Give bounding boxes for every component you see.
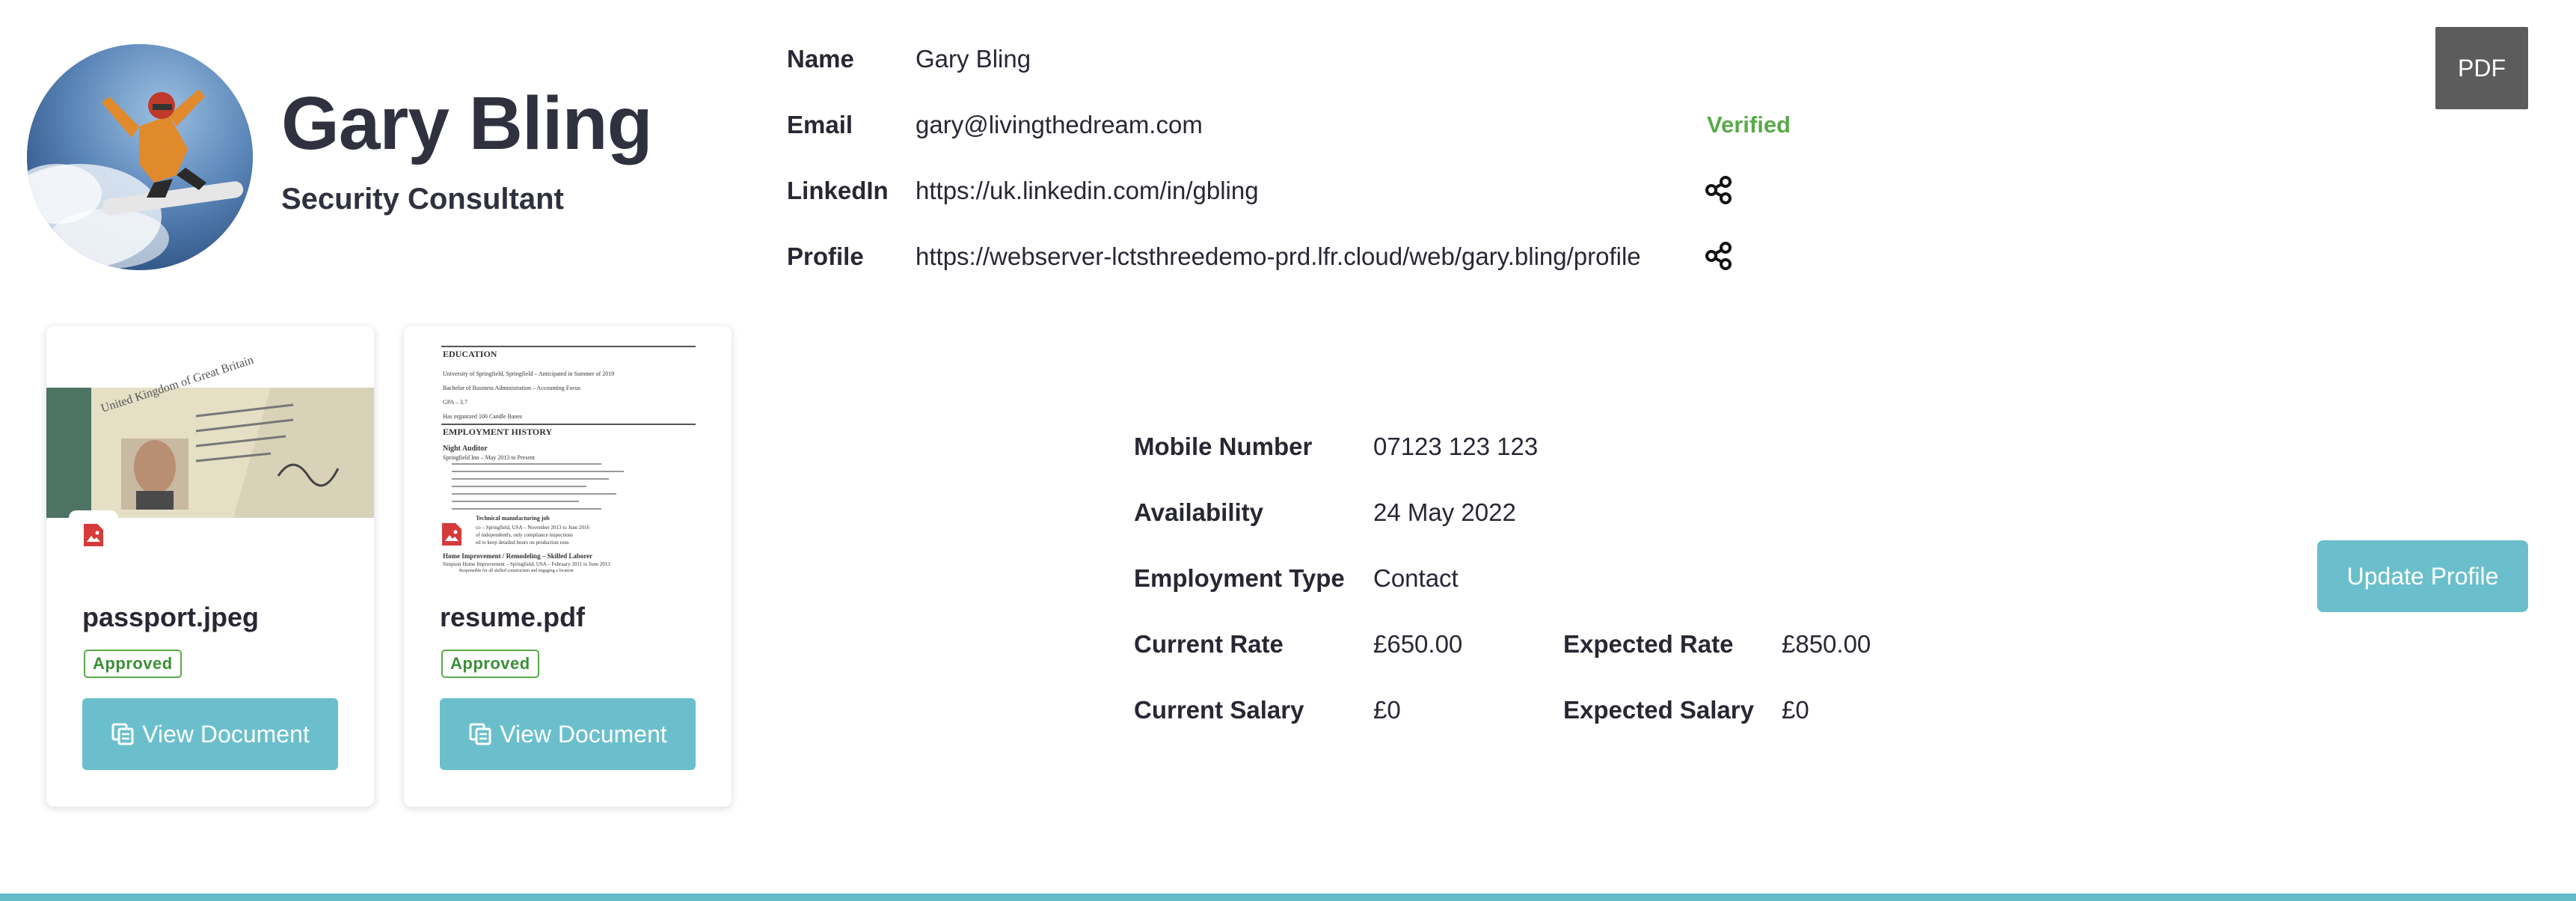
resume-line: Has organized 100 Candle Banes (443, 413, 523, 420)
email-verified-status: Verified (1707, 112, 1791, 138)
document-filename: passport.jpeg (82, 602, 260, 632)
footer-accent-bar (0, 894, 2576, 901)
document-card-resume: EDUCATION University of Springfield, Spr… (404, 326, 732, 807)
document-filename: resume.pdf (440, 602, 586, 632)
divider (441, 424, 696, 425)
employment-type-value: Contact (1373, 564, 1459, 592)
resume-job-place: Simpson Home Improvement – Springfield, … (443, 561, 610, 567)
share-linkedin-icon[interactable] (1704, 175, 1734, 205)
resume-job-title: Home Improvement / Remodeling – Skilled … (443, 552, 593, 560)
copy-document-icon (469, 723, 491, 745)
current-salary-value: £0 (1373, 696, 1401, 724)
resume-job-title: Technical manufacturing job (476, 515, 550, 522)
profile-label: Profile (787, 242, 864, 270)
resume-line: ed to keep detailed hours on production … (476, 540, 569, 546)
resume-line: co – Springfield, USA – November 2013 to… (476, 525, 590, 531)
document-status-badge: Approved (84, 650, 182, 678)
resume-job-title: Night Auditor (443, 445, 488, 453)
view-document-button[interactable]: View Document (82, 698, 338, 770)
pdf-file-icon (437, 519, 467, 549)
profile-title: Security Consultant (281, 183, 564, 216)
name-value: Gary Bling (916, 45, 1031, 73)
linkedin-value[interactable]: https://uk.linkedin.com/in/gbling (916, 177, 1259, 205)
resume-bullets (452, 463, 631, 516)
resume-education-heading: EDUCATION (443, 349, 497, 359)
current-rate-value: £650.00 (1373, 630, 1463, 658)
email-label: Email (787, 111, 853, 138)
resume-line: Bachelor of Business Administration – Ac… (443, 385, 580, 391)
document-status-badge: Approved (441, 650, 539, 678)
copy-document-icon (111, 723, 134, 745)
resume-line: of independently, only compliance inspec… (476, 532, 573, 538)
name-label: Name (787, 45, 854, 73)
image-file-icon (69, 510, 118, 560)
expected-salary-value: £0 (1782, 696, 1809, 724)
expected-rate-value: £850.00 (1782, 630, 1871, 658)
mobile-number-label: Mobile Number (1134, 433, 1313, 460)
availability-value: 24 May 2022 (1373, 498, 1516, 526)
profile-name: Gary Bling (281, 82, 653, 165)
pdf-button[interactable]: PDF (2435, 27, 2528, 109)
document-card-passport: United Kingdom of Great Britain passport… (46, 326, 374, 807)
employment-type-label: Employment Type (1134, 564, 1345, 592)
avatar (27, 44, 253, 270)
view-document-label: View Document (500, 720, 667, 748)
view-document-button[interactable]: View Document (440, 698, 696, 770)
linkedin-label: LinkedIn (787, 177, 889, 204)
resume-line: Responsible for all skilled construction… (459, 569, 574, 573)
resume-line: University of Springfield, Springfield –… (443, 370, 615, 377)
current-salary-label: Current Salary (1134, 696, 1304, 724)
expected-salary-label: Expected Salary (1563, 696, 1754, 724)
resume-employment-heading: EMPLOYMENT HISTORY (443, 427, 553, 437)
expected-rate-label: Expected Rate (1563, 630, 1734, 658)
divider (441, 346, 696, 347)
update-profile-button[interactable]: Update Profile (2317, 540, 2528, 612)
availability-label: Availability (1134, 498, 1264, 526)
share-profile-icon[interactable] (1704, 241, 1734, 271)
current-rate-label: Current Rate (1134, 630, 1284, 658)
resume-job-place: Springfield Inn – May 2013 to Present (443, 454, 536, 461)
mobile-number-value: 07123 123 123 (1373, 433, 1539, 460)
email-value: gary@livingthedream.com (916, 111, 1203, 138)
resume-line: GPA – 3.7 (443, 399, 467, 406)
view-document-label: View Document (142, 720, 310, 748)
profile-url-value[interactable]: https://webserver-lctsthreedemo-prd.lfr.… (916, 242, 1641, 271)
snowboarder-photo (27, 44, 253, 270)
